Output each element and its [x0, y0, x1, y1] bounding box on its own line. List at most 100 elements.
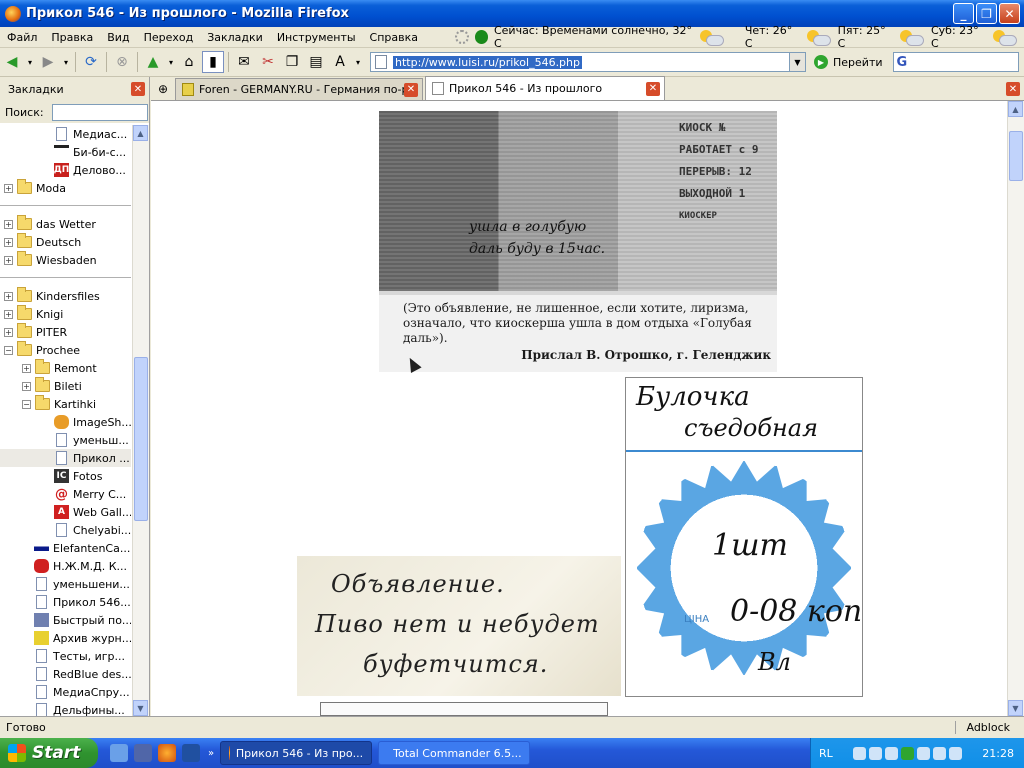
- weather-now[interactable]: Сейчас: Временами солнечно, 32° C: [494, 24, 724, 50]
- paste-button[interactable]: ▤: [305, 51, 327, 73]
- tree-folder[interactable]: + das Wetter: [4, 215, 96, 233]
- start-button[interactable]: Start: [0, 738, 98, 768]
- menu-go[interactable]: Переход: [137, 31, 201, 44]
- forward-button[interactable]: ▶: [37, 51, 59, 73]
- home-button[interactable]: ⌂: [178, 51, 200, 73]
- back-button[interactable]: ◀: [1, 51, 23, 73]
- cut-button[interactable]: ✂: [257, 51, 279, 73]
- tree-item[interactable]: RedBlue des...: [36, 665, 131, 683]
- sidebar-search-input[interactable]: [51, 103, 148, 121]
- forward-dropdown-icon[interactable]: ▾: [61, 51, 71, 73]
- tray-network-icon[interactable]: [885, 746, 899, 760]
- tree-item[interactable]: A Web Gall...: [54, 503, 131, 521]
- tray-antivirus-icon[interactable]: [933, 746, 947, 760]
- clock[interactable]: 21:28: [982, 747, 1014, 760]
- menu-edit[interactable]: Правка: [44, 31, 100, 44]
- mail-button[interactable]: ✉: [233, 51, 255, 73]
- tab-foren[interactable]: Foren - GERMANY.RU - Германия по-ру... ✕: [175, 78, 423, 100]
- url-history-dropdown[interactable]: ▼: [790, 52, 806, 72]
- tree-item[interactable]: Chelyabi...: [56, 521, 131, 539]
- menu-tools[interactable]: Инструменты: [270, 31, 363, 44]
- tree-item[interactable]: ImageSh...: [54, 413, 131, 431]
- tray-back-icon[interactable]: [853, 746, 867, 760]
- scroll-up-arrow-icon[interactable]: ▲: [133, 125, 148, 141]
- scroll-down-arrow-icon[interactable]: ▼: [1008, 700, 1023, 716]
- stop-button[interactable]: ⊗: [111, 51, 133, 73]
- copy-button[interactable]: ❐: [281, 51, 303, 73]
- font-button[interactable]: A: [329, 51, 351, 73]
- tray-volume-icon[interactable]: [949, 746, 963, 760]
- reload-button[interactable]: ⟳: [80, 51, 102, 73]
- up-dropdown-icon[interactable]: ▾: [166, 51, 176, 73]
- tree-item[interactable]: Н.Ж.М.Д. К...: [34, 557, 127, 575]
- ie-icon[interactable]: [110, 744, 128, 762]
- menu-help[interactable]: Справка: [363, 31, 425, 44]
- weather-day-1[interactable]: Чет: 26° C: [745, 24, 831, 50]
- language-indicator[interactable]: RL: [819, 747, 833, 760]
- tree-item-selected[interactable]: Прикол ...: [0, 449, 131, 467]
- weather-day-3[interactable]: Суб: 23° C: [931, 24, 1017, 50]
- save-icon[interactable]: [134, 744, 152, 762]
- scroll-down-arrow-icon[interactable]: ▼: [133, 700, 148, 716]
- url-text[interactable]: http://www.luisi.ru/prikol_546.php: [393, 55, 582, 69]
- page-scrollbar[interactable]: ▲ ▼: [1007, 101, 1024, 716]
- expand-icon[interactable]: +: [4, 219, 13, 229]
- weather-day-2[interactable]: Пят: 25° C: [838, 24, 924, 50]
- expand-icon[interactable]: +: [4, 237, 13, 247]
- firefox-icon[interactable]: [158, 744, 176, 762]
- tray-display-icon[interactable]: [917, 746, 931, 760]
- go-button[interactable]: ▶ Перейти: [814, 55, 883, 69]
- collapse-icon[interactable]: −: [4, 345, 13, 355]
- minimize-button[interactable]: _: [953, 3, 974, 24]
- tree-item[interactable]: ДП Делово...: [54, 161, 126, 179]
- tray-status-icon[interactable]: [901, 746, 915, 760]
- tree-item[interactable]: Тесты, игр...: [36, 647, 125, 665]
- search-box[interactable]: G: [892, 52, 1019, 72]
- adblock-button[interactable]: Adblock: [955, 721, 1010, 734]
- tree-folder[interactable]: + PITER: [4, 323, 67, 341]
- tree-folder[interactable]: + Moda: [4, 179, 66, 197]
- tree-folder[interactable]: − Kartihki: [22, 395, 96, 413]
- sidebar-scroll-thumb[interactable]: [134, 357, 148, 521]
- more-tools-icon[interactable]: ▾: [353, 51, 363, 73]
- task-firefox[interactable]: Прикол 546 - Из про...: [220, 741, 373, 765]
- close-tab-icon[interactable]: ✕: [1006, 82, 1020, 96]
- tab-close-icon[interactable]: ✕: [646, 81, 660, 96]
- tree-folder[interactable]: + Deutsch: [4, 233, 81, 251]
- expand-icon[interactable]: +: [4, 291, 13, 301]
- maximize-button[interactable]: ❐: [976, 3, 997, 24]
- expand-icon[interactable]: +: [4, 183, 13, 193]
- tree-item[interactable]: Прикол 546...: [36, 593, 131, 611]
- tab-close-icon[interactable]: ✕: [404, 82, 418, 97]
- word-icon[interactable]: [182, 744, 200, 762]
- expand-icon[interactable]: +: [4, 309, 13, 319]
- page-scroll-thumb[interactable]: [1009, 131, 1023, 181]
- tree-item[interactable]: МедиаСпру...: [36, 683, 130, 701]
- tree-item[interactable]: Би-би-с...: [54, 143, 126, 161]
- back-dropdown-icon[interactable]: ▾: [25, 51, 35, 73]
- tree-item[interactable]: Дельфины...: [36, 701, 125, 716]
- tree-item[interactable]: ElefantenCa...: [34, 539, 130, 557]
- tree-item[interactable]: IC Fotos: [54, 467, 102, 485]
- scroll-up-arrow-icon[interactable]: ▲: [1008, 101, 1023, 117]
- tree-item[interactable]: уменьш...: [56, 431, 129, 449]
- tree-folder[interactable]: + Knigi: [4, 305, 63, 323]
- tree-folder[interactable]: + Remont: [22, 359, 97, 377]
- expand-icon[interactable]: +: [22, 381, 31, 391]
- tree-folder[interactable]: + Kindersfiles: [4, 287, 100, 305]
- quicklaunch-more-icon[interactable]: »: [208, 748, 214, 759]
- sidebar-close-icon[interactable]: ✕: [131, 82, 145, 96]
- tree-item[interactable]: Быстрый по...: [34, 611, 131, 629]
- collapse-icon[interactable]: −: [22, 399, 31, 409]
- task-total-commander[interactable]: Total Commander 6.5...: [378, 741, 531, 765]
- menu-view[interactable]: Вид: [100, 31, 136, 44]
- tree-folder[interactable]: + Wiesbaden: [4, 251, 97, 269]
- address-bar[interactable]: http://www.luisi.ru/prikol_546.php: [370, 52, 790, 72]
- new-tab-icon[interactable]: ⊕: [151, 78, 175, 100]
- menu-file[interactable]: Файл: [0, 31, 44, 44]
- up-button[interactable]: ▲: [142, 51, 164, 73]
- sidebar-scrollbar[interactable]: ▲ ▼: [132, 125, 149, 716]
- close-button[interactable]: ✕: [999, 3, 1020, 24]
- tree-item[interactable]: @ Merry C...: [54, 485, 126, 503]
- status-icon[interactable]: [474, 30, 488, 44]
